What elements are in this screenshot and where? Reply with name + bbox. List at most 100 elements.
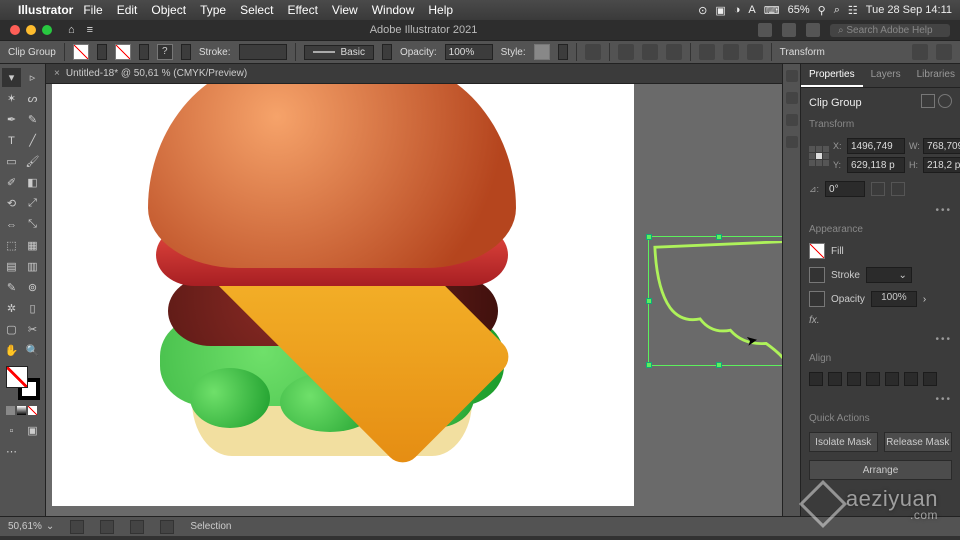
stroke-swatch[interactable] <box>809 267 825 283</box>
align-right-icon[interactable] <box>847 372 861 386</box>
control-center-icon[interactable]: ☷ <box>848 4 858 17</box>
align-left-icon[interactable] <box>809 372 823 386</box>
reference-point[interactable] <box>809 146 829 166</box>
artboard-nav-first-icon[interactable] <box>70 520 84 534</box>
search-help-input[interactable]: ⌕ Search Adobe Help <box>830 24 950 37</box>
maximize-icon[interactable] <box>42 25 52 35</box>
menu-object[interactable]: Object <box>151 3 186 17</box>
align-middle-icon[interactable] <box>723 44 739 60</box>
eyedropper-tool[interactable]: ✎ <box>2 278 21 297</box>
type-tool[interactable]: T <box>2 131 21 150</box>
tab-layers[interactable]: Layers <box>863 64 909 87</box>
shaper-tool[interactable]: ✐ <box>2 173 21 192</box>
spotlight-icon[interactable]: ⌕ <box>834 4 840 17</box>
flip-h-icon[interactable] <box>871 182 885 196</box>
rotate-tool[interactable]: ⟲ <box>2 194 21 213</box>
rotate-input[interactable] <box>825 181 865 197</box>
style-swatch[interactable] <box>534 44 550 60</box>
artboard-nav-last-icon[interactable] <box>160 520 174 534</box>
free-transform-tool[interactable]: ⤡ <box>23 215 42 234</box>
align-left-icon[interactable] <box>618 44 634 60</box>
h-input[interactable] <box>923 157 960 173</box>
minimize-icon[interactable] <box>26 25 36 35</box>
opacity-value[interactable]: 100% <box>871 291 917 307</box>
fill-swatch[interactable] <box>809 243 825 259</box>
x-input[interactable] <box>847 138 905 154</box>
more-options-icon[interactable]: ••• <box>809 334 952 345</box>
panel-icon[interactable] <box>786 92 798 104</box>
align-hcenter-icon[interactable] <box>828 372 842 386</box>
panel-icon[interactable] <box>786 70 798 82</box>
symbol-sprayer-tool[interactable]: ✲ <box>2 299 21 318</box>
zoom-value[interactable]: 50,61% <box>8 521 42 532</box>
share-icon[interactable]: ≡ <box>87 24 93 36</box>
stroke-weight-dropdown[interactable]: ⌄ <box>866 267 912 283</box>
stroke-dropdown[interactable] <box>139 44 149 60</box>
edit-toolbar-icon[interactable]: ⋯ <box>2 442 21 461</box>
zoom-dropdown-icon[interactable]: ⌄ <box>46 521 54 532</box>
width-tool[interactable]: ⇔ <box>2 215 21 234</box>
graph-tool[interactable]: ▯ <box>23 299 42 318</box>
flip-v-icon[interactable] <box>891 182 905 196</box>
home-icon[interactable]: ⌂ <box>68 24 75 36</box>
panel-menu-icon[interactable] <box>936 44 952 60</box>
style-dropdown[interactable] <box>558 44 568 60</box>
none-mode-icon[interactable] <box>28 406 37 415</box>
user-icon[interactable] <box>758 23 772 37</box>
fill-swatch[interactable] <box>73 44 89 60</box>
tab-libraries[interactable]: Libraries <box>909 64 960 87</box>
recolor-icon[interactable] <box>585 44 601 60</box>
magic-wand-tool[interactable]: ✶ <box>2 89 21 108</box>
tab-properties[interactable]: Properties <box>801 64 863 87</box>
edit-clip-icon[interactable] <box>921 94 935 108</box>
prefs-icon[interactable] <box>912 44 928 60</box>
isolate-mask-button[interactable]: Isolate Mask <box>809 432 878 452</box>
workspace-icon[interactable] <box>806 23 820 37</box>
brush-definition[interactable]: Basic <box>304 45 374 60</box>
y-input[interactable] <box>847 157 905 173</box>
fill-stroke-control[interactable] <box>6 366 40 400</box>
align-center-icon[interactable] <box>642 44 658 60</box>
opacity-more-icon[interactable]: › <box>923 294 926 305</box>
fx-label[interactable]: fx. <box>809 315 820 326</box>
selection-bbox[interactable] <box>648 236 782 366</box>
scale-tool[interactable]: ⤢ <box>23 194 42 213</box>
document-tab[interactable]: × Untitled-18* @ 50,61 % (CMYK/Preview) <box>46 64 782 84</box>
menu-type[interactable]: Type <box>200 3 226 17</box>
close-tab-icon[interactable]: × <box>54 68 60 79</box>
fill-dropdown[interactable] <box>97 44 107 60</box>
edit-contents-icon[interactable] <box>938 94 952 108</box>
line-tool[interactable]: ╱ <box>23 131 42 150</box>
hand-tool[interactable]: ✋ <box>2 341 21 360</box>
menu-view[interactable]: View <box>332 3 358 17</box>
gradient-mode-icon[interactable] <box>17 406 26 415</box>
artboard-nav-next-icon[interactable] <box>130 520 144 534</box>
align-top-icon[interactable] <box>699 44 715 60</box>
stroke-weight-input[interactable] <box>239 44 287 60</box>
artboard-tool[interactable]: ▢ <box>2 320 21 339</box>
more-options-icon[interactable]: ••• <box>809 205 952 216</box>
stroke-weight-dropdown[interactable] <box>181 44 191 60</box>
more-options-icon[interactable]: ••• <box>809 394 952 405</box>
app-menu[interactable]: Illustrator <box>18 3 73 17</box>
arrange-button[interactable]: Arrange <box>809 460 952 480</box>
artboard[interactable] <box>52 84 634 506</box>
menu-edit[interactable]: Edit <box>117 3 138 17</box>
align-bottom-icon[interactable] <box>904 372 918 386</box>
color-mode-icon[interactable] <box>6 406 15 415</box>
align-top-icon[interactable] <box>866 372 880 386</box>
opacity-icon[interactable] <box>809 291 825 307</box>
arrange-docs-icon[interactable] <box>782 23 796 37</box>
release-mask-button[interactable]: Release Mask <box>884 432 953 452</box>
zoom-tool[interactable]: 🔍 <box>23 341 42 360</box>
pen-tool[interactable]: ✒ <box>2 110 21 129</box>
panel-icon[interactable] <box>786 114 798 126</box>
selected-path[interactable] <box>653 241 782 361</box>
menu-effect[interactable]: Effect <box>287 3 317 17</box>
perspective-tool[interactable]: ▦ <box>23 236 42 255</box>
menu-help[interactable]: Help <box>428 3 453 17</box>
draw-normal-icon[interactable]: ▫ <box>2 421 21 440</box>
menu-file[interactable]: File <box>83 3 102 17</box>
artboard-nav-prev-icon[interactable] <box>100 520 114 534</box>
brush-dropdown[interactable] <box>382 44 392 60</box>
